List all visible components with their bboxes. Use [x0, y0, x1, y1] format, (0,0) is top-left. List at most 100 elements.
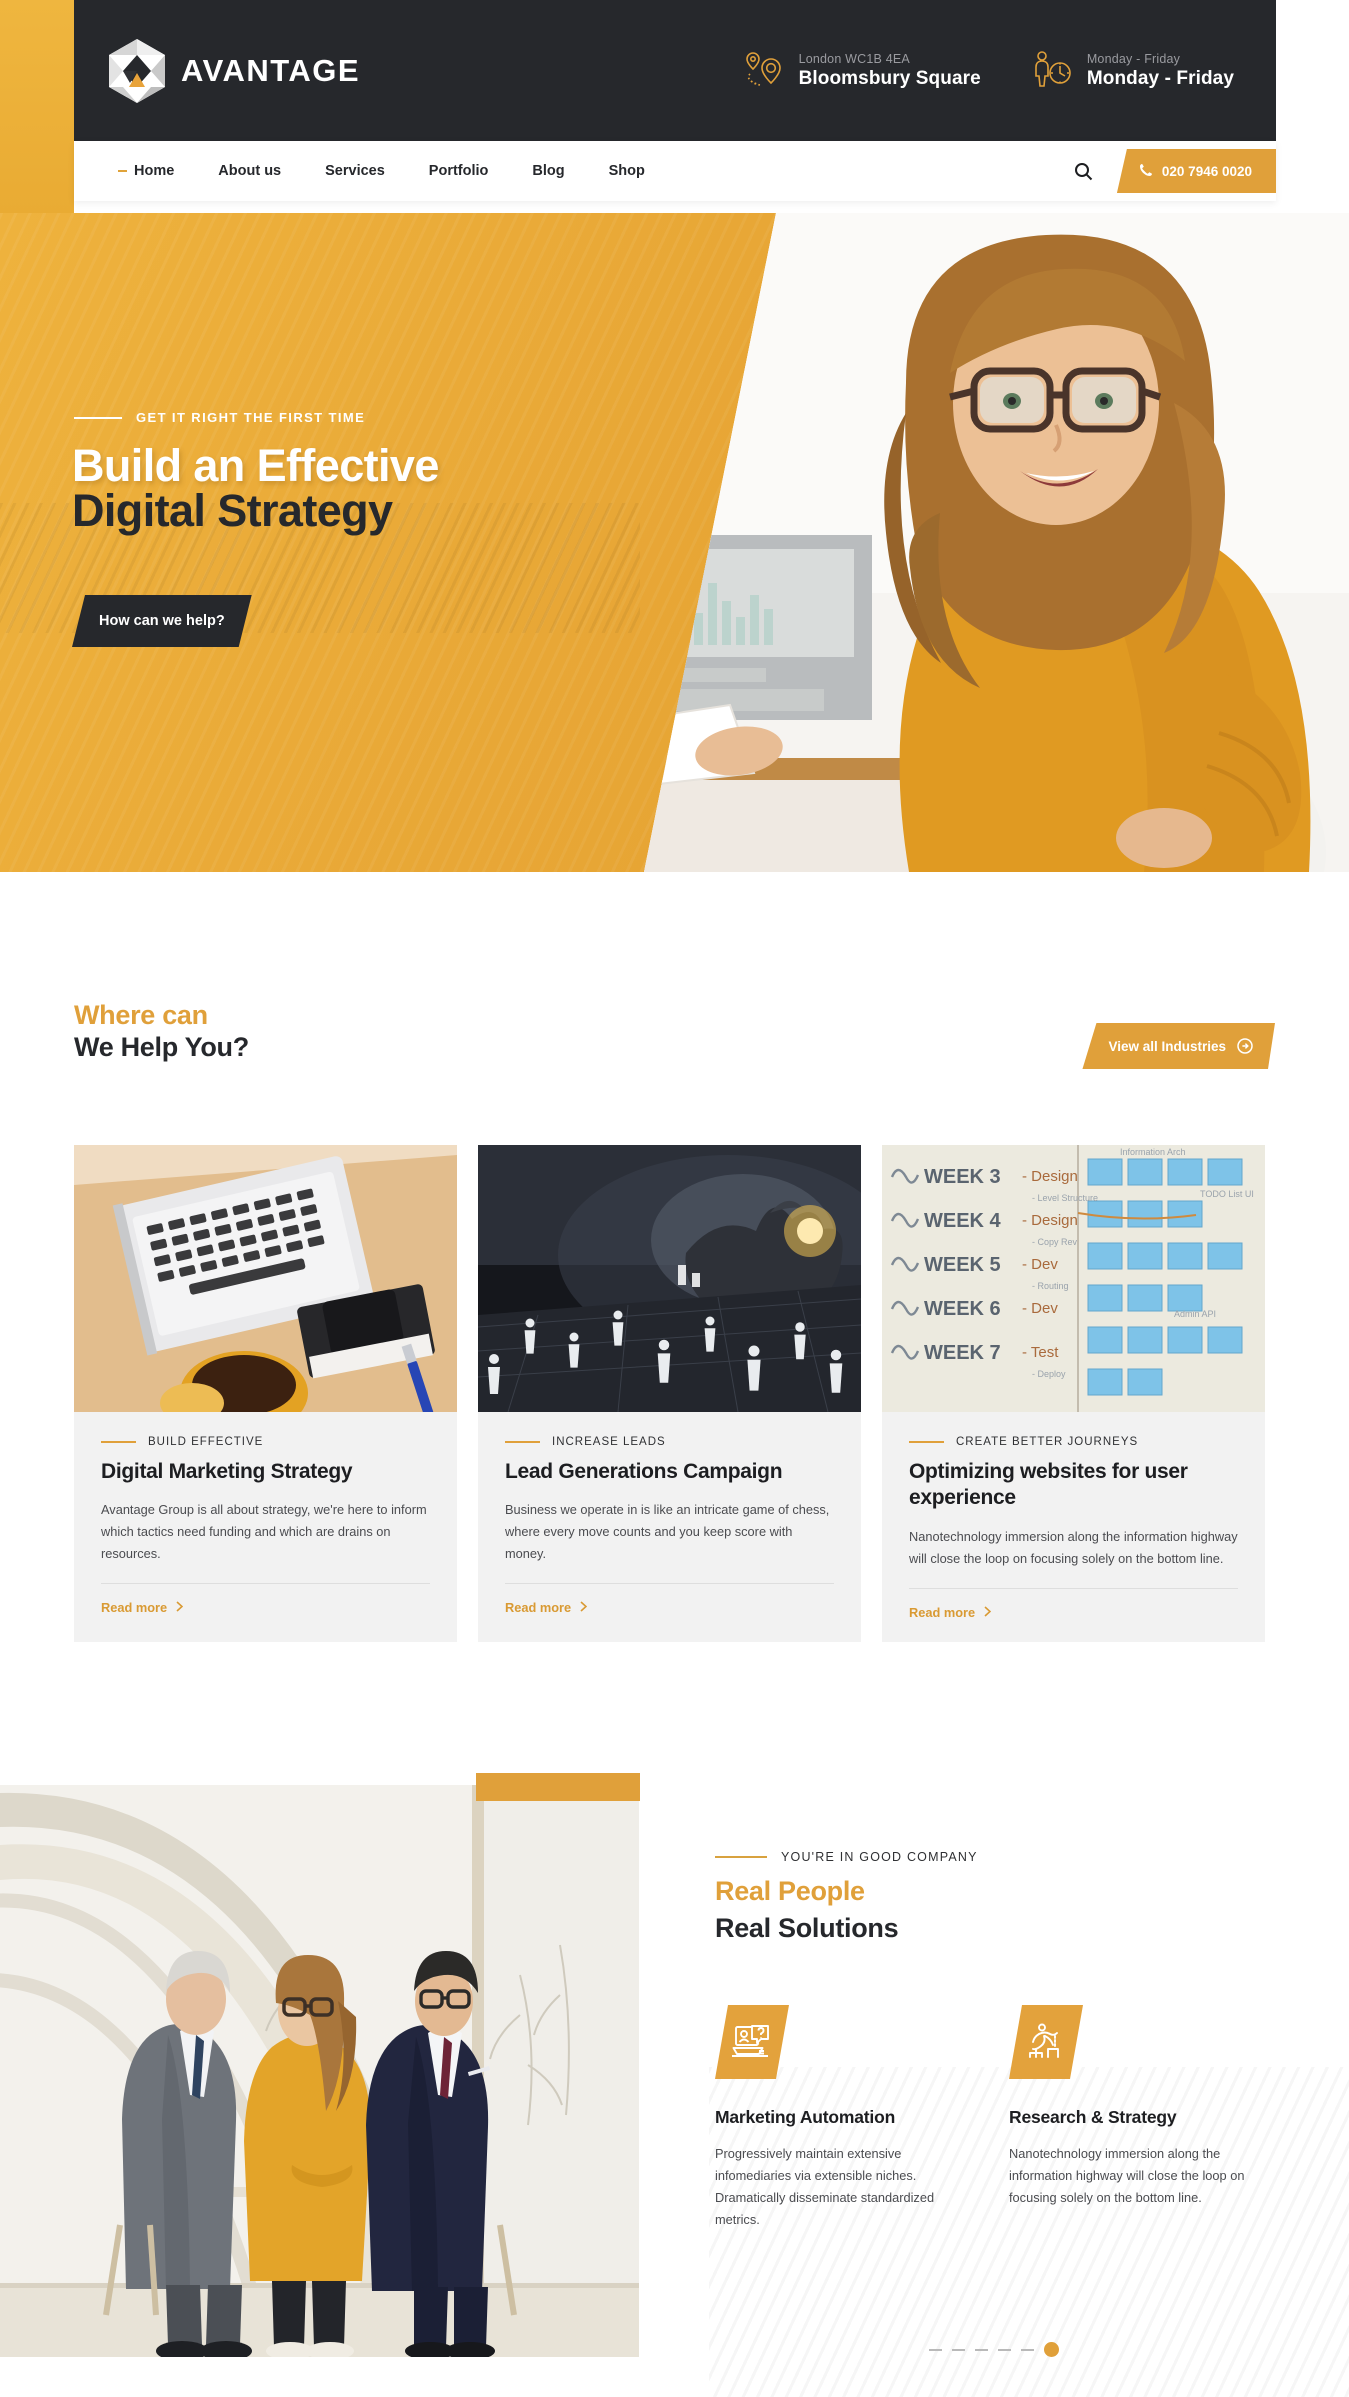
card-read-more-link[interactable]: Read more — [505, 1584, 834, 1637]
read-more-label: Read more — [101, 1600, 168, 1616]
about-feature-list: Marketing Automation Progressively maint… — [715, 2005, 1247, 2231]
svg-text:WEEK 4: WEEK 4 — [924, 1210, 1002, 1232]
card-eyebrow: CREATE BETTER JOURNEYS — [909, 1436, 1238, 1448]
eyebrow-rule — [909, 1441, 944, 1443]
hexagon-logo-icon — [107, 38, 167, 104]
team-photo — [0, 1785, 639, 2357]
svg-text:- Level Structure: - Level Structure — [1032, 1193, 1098, 1203]
search-icon[interactable] — [1069, 156, 1099, 186]
svg-text:- Dev: - Dev — [1022, 1300, 1058, 1317]
page-root: AVANTAGE London WC1B 4EA Bloomsbury Squa… — [0, 0, 1349, 2397]
nav-item-label: Services — [325, 163, 385, 179]
phone-icon — [1139, 163, 1153, 180]
feature-description: Nanotechnology immersion along the infor… — [1009, 2145, 1245, 2205]
svg-text:- Dev: - Dev — [1022, 1256, 1058, 1273]
nav-item-label: Shop — [608, 163, 645, 179]
nav-item-blog[interactable]: Blog — [510, 163, 586, 179]
feature-title: Research & Strategy — [1009, 2107, 1177, 2127]
nav-item-label: Home — [134, 163, 175, 179]
header-contact-group: London WC1B 4EA Bloomsbury Square Monday… — [741, 48, 1234, 94]
carousel-dot[interactable] — [929, 2348, 942, 2351]
main-navigation: Home About us Services Portfolio Blog Sh… — [74, 141, 1276, 201]
top-header-bar: AVANTAGE London WC1B 4EA Bloomsbury Squa… — [74, 0, 1276, 141]
card-body: BUILD EFFECTIVE Digital Marketing Strate… — [74, 1412, 457, 1637]
svg-text:- Design: - Design — [1022, 1168, 1078, 1185]
card-description: Avantage Group is all about strategy, we… — [101, 1502, 427, 1562]
feature-item: Research & Strategy Nanotechnology immer… — [1009, 2005, 1247, 2231]
card-description: Nanotechnology immersion along the infor… — [909, 1528, 1238, 1566]
laptop-question-icon — [715, 2005, 789, 2079]
read-more-label: Read more — [505, 1600, 572, 1616]
eyebrow-rule — [101, 1441, 136, 1443]
card-read-more-link[interactable]: Read more — [101, 1584, 430, 1637]
svg-text:- Routing: - Routing — [1032, 1281, 1069, 1291]
industry-card[interactable]: BUILD EFFECTIVE Digital Marketing Strate… — [74, 1145, 457, 1642]
map-pin-icon — [741, 48, 787, 94]
card-eyebrow: BUILD EFFECTIVE — [101, 1436, 430, 1448]
card-eyebrow-label: INCREASE LEADS — [552, 1436, 666, 1448]
carousel-dot[interactable] — [1021, 2348, 1034, 2351]
industry-card[interactable]: INCREASE LEADS Lead Generations Campaign… — [478, 1145, 861, 1642]
nav-item-home[interactable]: Home — [96, 163, 196, 179]
nav-item-label: Blog — [532, 163, 565, 179]
hurdle-runner-icon — [1009, 2005, 1083, 2079]
hero-eyebrow-label: GET IT RIGHT THE FIRST TIME — [136, 410, 366, 425]
industry-card[interactable]: WEEK 3 WEEK 4 WEEK 5 WEEK 6 WEEK 7 - Des… — [882, 1145, 1265, 1642]
svg-text:Information Arch: Information Arch — [1120, 1147, 1186, 1157]
industry-cards: BUILD EFFECTIVE Digital Marketing Strate… — [74, 1145, 1265, 1642]
read-more-label: Read more — [909, 1604, 976, 1620]
about-heading-bottom: Real Solutions — [715, 1913, 899, 1943]
hours-sub-label: Monday - Friday — [1086, 51, 1181, 66]
card-image-laptop-coffee — [74, 1145, 457, 1412]
industries-heading: Where can We Help You? — [74, 1000, 249, 1064]
person-clock-icon — [1029, 48, 1075, 94]
nav-item-about-us[interactable]: About us — [196, 163, 303, 179]
chevron-right-icon — [176, 1600, 184, 1615]
feature-title: Marketing Automation — [715, 2107, 896, 2127]
about-carousel-pagination — [929, 2342, 1059, 2357]
header-hours-info: Monday - Friday Monday - Friday — [1029, 48, 1234, 94]
chevron-right-icon — [984, 1605, 992, 1620]
location-sub-label: London WC1B 4EA — [798, 51, 910, 66]
site-logo[interactable]: AVANTAGE — [107, 38, 360, 104]
hero-banner: GET IT RIGHT THE FIRST TIME Build an Eff… — [0, 213, 1349, 872]
carousel-dot-active[interactable] — [1044, 2342, 1059, 2357]
svg-text:WEEK 5: WEEK 5 — [924, 1254, 1001, 1276]
nav-item-label: Portfolio — [428, 163, 489, 179]
view-all-industries-button[interactable]: View all Industries — [1082, 1023, 1275, 1069]
card-image-whiteboard: WEEK 3 WEEK 4 WEEK 5 WEEK 6 WEEK 7 - Des… — [882, 1145, 1265, 1412]
card-read-more-link[interactable]: Read more — [909, 1589, 1238, 1642]
hero-title-line2: Digital Strategy — [72, 485, 393, 536]
feature-item: Marketing Automation Progressively maint… — [715, 2005, 953, 2231]
industries-heading-top: Where can — [74, 1000, 208, 1030]
carousel-dot[interactable] — [998, 2348, 1011, 2351]
hero-cta-button[interactable]: How can we help? — [72, 595, 252, 647]
card-image-hand-network — [478, 1145, 861, 1412]
nav-item-services[interactable]: Services — [303, 163, 407, 179]
svg-text:- Test: - Test — [1022, 1344, 1059, 1361]
card-title: Optimizing websites for user experience — [909, 1460, 1188, 1510]
eyebrow-rule — [715, 1856, 767, 1858]
svg-text:- Design: - Design — [1022, 1212, 1078, 1229]
nav-item-shop[interactable]: Shop — [587, 163, 667, 179]
eyebrow-rule — [74, 416, 122, 419]
view-all-label: View all Industries — [1108, 1038, 1226, 1054]
carousel-dot[interactable] — [975, 2348, 988, 2351]
nav-actions: 020 7946 0020 — [1069, 149, 1276, 193]
arrow-right-circle-icon — [1237, 1038, 1253, 1054]
nav-item-portfolio[interactable]: Portfolio — [407, 163, 511, 179]
hero-cta-label: How can we help? — [99, 613, 225, 629]
hours-main-label: Monday - Friday — [1086, 67, 1234, 89]
chevron-right-icon — [580, 1600, 588, 1615]
about-eyebrow-label: YOU'RE IN GOOD COMPANY — [781, 1850, 978, 1864]
nav-items-list: Home About us Services Portfolio Blog Sh… — [96, 163, 667, 179]
phone-number-label: 020 7946 0020 — [1161, 163, 1252, 179]
phone-cta-button[interactable]: 020 7946 0020 — [1116, 149, 1276, 193]
about-eyebrow: YOU'RE IN GOOD COMPANY — [715, 1850, 978, 1864]
card-eyebrow: INCREASE LEADS — [505, 1436, 834, 1448]
svg-text:WEEK 7: WEEK 7 — [924, 1342, 1001, 1364]
nav-item-label: About us — [218, 163, 282, 179]
feature-description: Progressively maintain extensive infomed… — [715, 2145, 935, 2227]
logo-text: AVANTAGE — [181, 52, 361, 88]
carousel-dot[interactable] — [952, 2348, 965, 2351]
